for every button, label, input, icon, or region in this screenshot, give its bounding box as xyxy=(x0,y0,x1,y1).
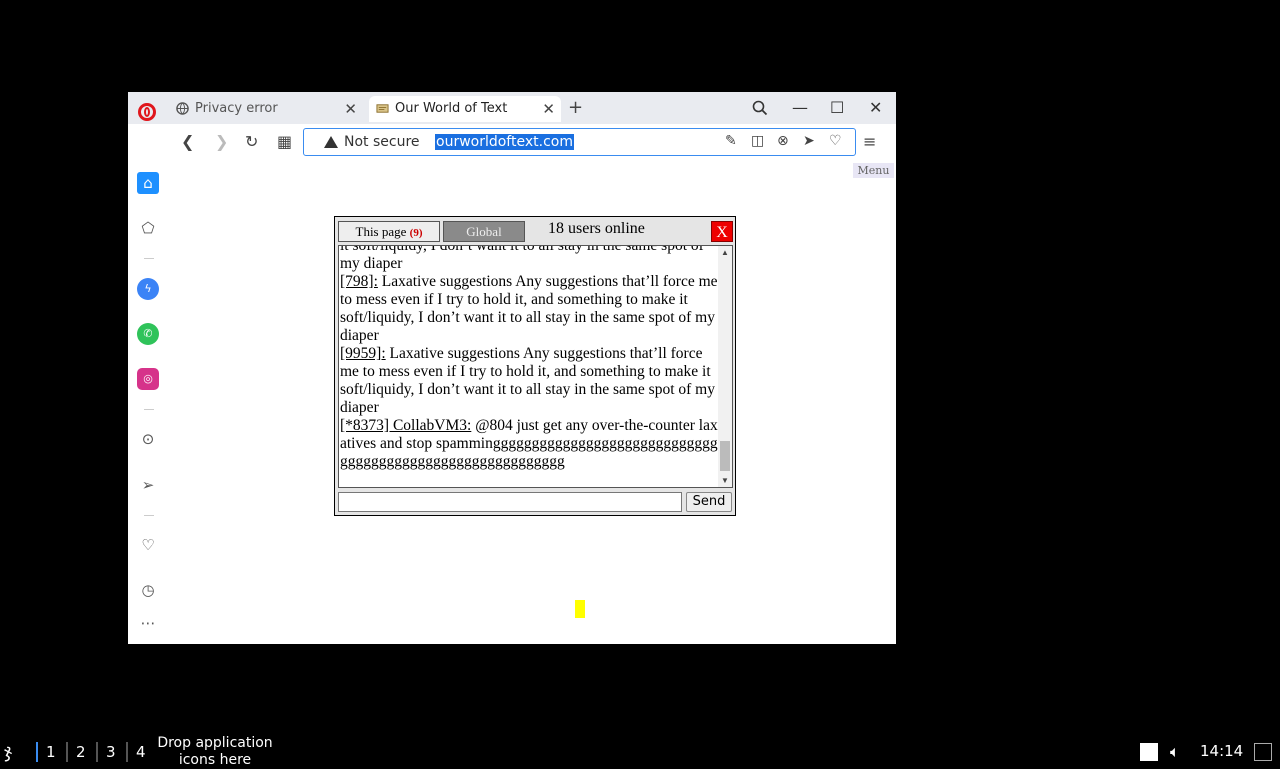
edit-icon[interactable]: ✎ xyxy=(725,133,737,149)
volume-icon[interactable]: 🔈︎ xyxy=(1170,743,1188,761)
send-button[interactable]: Send xyxy=(686,492,732,512)
url-text[interactable]: ourworldoftext.com xyxy=(435,134,574,150)
tab-title: Our World of Text xyxy=(395,101,508,116)
close-window-icon[interactable]: ✕ xyxy=(869,96,882,120)
player-icon[interactable]: ⊙ xyxy=(137,428,159,450)
clock: 14:14 xyxy=(1200,742,1244,760)
workspace-1[interactable]: 1 xyxy=(36,742,56,762)
notes-icon[interactable] xyxy=(1140,743,1158,761)
chat-input[interactable] xyxy=(338,492,682,512)
close-tab-icon[interactable]: ✕ xyxy=(542,96,555,122)
warning-icon xyxy=(324,136,338,148)
sidebar-divider xyxy=(144,258,154,259)
taskbar: ჯ 1 2 3 4 Drop application icons here 🔈︎… xyxy=(0,735,1280,768)
tab-our-world-of-text[interactable]: Our World of Text ✕ xyxy=(369,96,561,122)
workspace-3[interactable]: 3 xyxy=(96,742,116,762)
forward-icon[interactable]: ❯ xyxy=(215,132,228,152)
adblock-icon[interactable]: ⊗ xyxy=(777,133,789,149)
unread-count-badge: (9) xyxy=(409,227,423,239)
page-content: Menu This page (9) Global 18 users onlin… xyxy=(169,162,896,644)
chat-message: [798]: Laxative suggestions Any suggesti… xyxy=(340,273,718,345)
tab-title: Privacy error xyxy=(195,101,278,116)
message-text: it soft/liquidy, I don’t want it to all … xyxy=(340,245,704,272)
message-user-link[interactable]: [*8373] CollabVM3: xyxy=(340,417,471,434)
heart-icon[interactable]: ♡ xyxy=(137,534,159,556)
back-icon[interactable]: ❮ xyxy=(181,132,194,152)
menu-button[interactable]: Menu xyxy=(853,163,894,178)
chat-message: [9959]: Laxative suggestions Any suggest… xyxy=(340,345,718,417)
tab-privacy-error[interactable]: Privacy error ✕ xyxy=(169,96,363,122)
minimize-icon[interactable]: — xyxy=(792,96,808,120)
search-tabs-icon[interactable] xyxy=(752,96,768,123)
close-chat-button[interactable]: X xyxy=(711,221,733,242)
security-status[interactable]: Not secure xyxy=(344,134,420,150)
close-tab-icon[interactable]: ✕ xyxy=(344,96,357,122)
toolbar: ❮ ❯ ↻ ▦ Not secure ourworldoftext.com ✎ … xyxy=(169,124,896,162)
scroll-up-icon[interactable]: ▲ xyxy=(721,248,729,257)
chat-window: This page (9) Global 18 users online X i… xyxy=(334,216,736,516)
more-icon[interactable]: ⋯ xyxy=(137,612,159,634)
message-text: Laxative suggestions Any suggestions tha… xyxy=(340,273,718,344)
home-icon[interactable]: ⌂ xyxy=(137,172,159,194)
scroll-icon xyxy=(376,104,389,113)
message-user-link[interactable]: [798]: xyxy=(340,273,378,290)
chat-messages: it soft/liquidy, I don’t want it to all … xyxy=(340,245,718,471)
sidebar-divider xyxy=(144,409,154,410)
share-icon[interactable]: ➤ xyxy=(803,133,815,149)
tab-global[interactable]: Global xyxy=(443,221,525,242)
users-online: 18 users online xyxy=(548,220,645,237)
instagram-icon[interactable]: ◎ xyxy=(137,368,159,390)
sidebar-divider xyxy=(144,515,154,516)
send-icon[interactable]: ➢ xyxy=(137,474,159,496)
easy-setup-icon[interactable]: ≡ xyxy=(863,132,876,151)
scrollbar-thumb[interactable] xyxy=(720,441,730,471)
whatsapp-icon[interactable]: ✆ xyxy=(137,323,159,345)
new-tab-icon[interactable]: + xyxy=(568,96,583,120)
chat-scrollbar[interactable]: ▲ ▼ xyxy=(718,246,732,487)
message-text: Laxative suggestions Any suggestions tha… xyxy=(340,345,715,416)
bookmark-heart-icon[interactable]: ♡ xyxy=(829,133,842,149)
browser-window: Privacy error ✕ Our World of Text ✕ + — … xyxy=(128,92,896,644)
scroll-down-icon[interactable]: ▼ xyxy=(721,476,729,485)
workspace-4[interactable]: 4 xyxy=(126,742,146,762)
chat-log[interactable]: it soft/liquidy, I don’t want it to all … xyxy=(338,245,733,488)
drop-hint: Drop application icons here xyxy=(157,735,273,768)
sidebar: ⌂ ⬠ ϟ ✆ ◎ ⊙ ➢ ♡ ◷ ⋯ xyxy=(128,92,169,644)
chat-message: [*8373] CollabVM3: @804 just get any ove… xyxy=(340,417,718,471)
camera-icon[interactable]: ◫ xyxy=(751,133,764,149)
maximize-icon[interactable]: ☐ xyxy=(830,96,844,120)
text-cursor xyxy=(575,600,585,618)
tab-grid-icon[interactable]: ▦ xyxy=(277,132,292,152)
tab-bar: Privacy error ✕ Our World of Text ✕ + — … xyxy=(128,92,896,124)
speed-dial-icon[interactable]: ⬠ xyxy=(137,217,159,239)
address-bar[interactable]: Not secure ourworldoftext.com ✎ ◫ ⊗ ➤ ♡ xyxy=(303,128,856,156)
tab-this-page[interactable]: This page (9) xyxy=(338,221,440,242)
start-menu-icon[interactable]: ჯ xyxy=(4,742,24,762)
reload-icon[interactable]: ↻ xyxy=(245,132,258,152)
globe-icon xyxy=(176,102,189,115)
workspace-2[interactable]: 2 xyxy=(66,742,86,762)
history-icon[interactable]: ◷ xyxy=(137,579,159,601)
network-icon[interactable] xyxy=(1254,743,1272,761)
chat-message: it soft/liquidy, I don’t want it to all … xyxy=(340,245,718,273)
message-user-link[interactable]: [9959]: xyxy=(340,345,386,362)
messenger-icon[interactable]: ϟ xyxy=(137,278,159,300)
tab-this-page-label: This page xyxy=(355,224,407,239)
